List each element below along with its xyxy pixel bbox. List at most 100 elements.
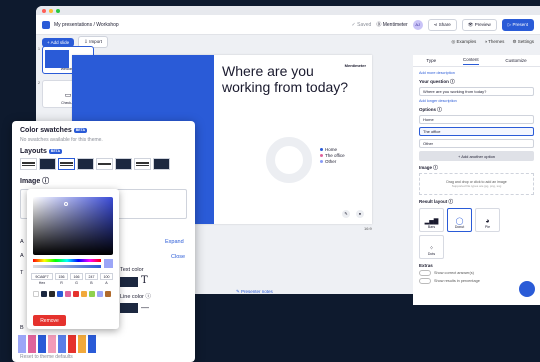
a-field: 100 A bbox=[100, 273, 113, 285]
layout-option[interactable] bbox=[153, 158, 170, 170]
app-logo-icon[interactable] bbox=[42, 20, 50, 29]
themes-link[interactable]: ◑ Themes bbox=[484, 39, 504, 45]
section-label: T bbox=[20, 270, 24, 276]
top-bar: My presentations / Workshop ✓ Saved ⓪ Me… bbox=[36, 15, 540, 35]
a-input[interactable]: 100 bbox=[100, 273, 113, 280]
g-input[interactable]: 166 bbox=[70, 273, 83, 280]
extra-correct-answer[interactable]: Show correct answer(s) bbox=[419, 270, 534, 276]
expand-link[interactable]: Expand bbox=[165, 239, 184, 245]
result-layout-text: Result layout bbox=[419, 199, 448, 204]
comment-icon[interactable]: ✎ bbox=[342, 210, 350, 218]
preset-color-chip[interactable] bbox=[73, 291, 79, 297]
preset-color-chip[interactable] bbox=[41, 291, 47, 297]
layout-pie[interactable]: ◕ Pie bbox=[475, 208, 500, 232]
thumbnail-number: 1 bbox=[38, 47, 40, 51]
toggle-icon[interactable] bbox=[419, 270, 431, 276]
preset-color-chip[interactable] bbox=[49, 291, 55, 297]
maximize-dot[interactable] bbox=[56, 8, 60, 13]
layout-option[interactable] bbox=[39, 158, 56, 170]
layout-donut[interactable]: ◯ Donut bbox=[447, 208, 472, 232]
help-chat-icon[interactable] bbox=[519, 281, 535, 297]
user-icon[interactable]: ● bbox=[356, 210, 364, 218]
alpha-slider[interactable] bbox=[33, 265, 101, 268]
option-input[interactable]: Home bbox=[419, 115, 534, 124]
section-label: A bbox=[20, 239, 24, 245]
layout-bars[interactable]: ▂▅▇ Bars bbox=[419, 208, 444, 232]
preset-colors bbox=[33, 291, 115, 297]
field-label: A bbox=[105, 281, 108, 285]
breadcrumb[interactable]: My presentations / Workshop bbox=[54, 22, 119, 28]
image-dropzone[interactable]: Drag and drop or click to add an image S… bbox=[419, 173, 534, 195]
tab-customize[interactable]: Customize bbox=[505, 58, 526, 63]
layout-dots[interactable]: ⁘ Dots bbox=[419, 235, 444, 259]
layout-option[interactable] bbox=[134, 158, 151, 170]
layout-option[interactable] bbox=[58, 158, 75, 170]
avatar[interactable]: AJ bbox=[412, 19, 423, 30]
tab-content[interactable]: Content bbox=[462, 57, 479, 65]
result-layouts-row2: ⁘ Dots bbox=[419, 235, 534, 259]
layout-option[interactable] bbox=[96, 158, 113, 170]
add-description-link[interactable]: Add more description bbox=[419, 71, 534, 75]
saturation-handle[interactable] bbox=[64, 202, 68, 206]
examples-link[interactable]: ◎ Examples bbox=[451, 39, 476, 45]
hue-slider[interactable] bbox=[33, 259, 101, 262]
color-fields: 9CA6F7 Hex 156 R 166 G 247 B 100 A bbox=[31, 273, 113, 285]
image-label-text: Image bbox=[419, 165, 433, 170]
beta-badge: BETA bbox=[48, 148, 63, 154]
present-button[interactable]: ▷ Present bbox=[501, 18, 534, 31]
option-input[interactable]: Other bbox=[419, 139, 534, 148]
brand-label[interactable]: ⓪ Mentimeter bbox=[376, 21, 407, 28]
image-label: Image ⓘ bbox=[419, 165, 438, 170]
preset-color-chip[interactable] bbox=[97, 291, 103, 297]
dropzone-subtext: Supported file types are jpg, png, svg bbox=[451, 184, 502, 188]
option-input[interactable]: The office bbox=[419, 127, 534, 136]
saturation-area[interactable] bbox=[33, 197, 113, 255]
themes-label: Themes bbox=[488, 39, 505, 44]
share-label: Share bbox=[438, 21, 451, 27]
add-longer-link[interactable]: Add longer description bbox=[419, 99, 534, 103]
minimize-dot[interactable] bbox=[49, 8, 53, 13]
bar-swatch[interactable] bbox=[28, 335, 36, 353]
bar-swatch[interactable] bbox=[48, 335, 56, 353]
options-label-text: Options bbox=[419, 107, 436, 112]
layout-option[interactable] bbox=[115, 158, 132, 170]
layout-line bbox=[60, 164, 73, 166]
window-chrome bbox=[36, 6, 540, 15]
bar-swatch[interactable] bbox=[38, 335, 46, 353]
right-panel: Type Content Customize Add more descript… bbox=[413, 55, 540, 305]
presenter-notes-link[interactable]: ✎ Presenter notes bbox=[236, 289, 273, 295]
close-link[interactable]: Close bbox=[171, 254, 185, 260]
preset-color-chip[interactable] bbox=[89, 291, 95, 297]
hex-input[interactable]: 9CA6F7 bbox=[31, 273, 53, 280]
add-swatch-button[interactable]: + bbox=[88, 337, 93, 347]
preset-color-chip[interactable] bbox=[81, 291, 87, 297]
layout-option[interactable] bbox=[20, 158, 37, 170]
field-label: Hex bbox=[38, 281, 46, 285]
tab-type[interactable]: Type bbox=[426, 58, 436, 63]
settings-link[interactable]: ⚙ Settings bbox=[512, 39, 534, 45]
bar-swatch[interactable] bbox=[58, 335, 66, 353]
b-input[interactable]: 247 bbox=[85, 273, 98, 280]
preview-button[interactable]: 👁 Preview bbox=[461, 18, 497, 31]
share-button[interactable]: ⋖ Share bbox=[427, 18, 457, 31]
add-option-button[interactable]: + Add another option bbox=[419, 151, 534, 161]
bar-swatch[interactable] bbox=[18, 335, 26, 353]
preset-color-chip[interactable] bbox=[65, 291, 71, 297]
close-dot[interactable] bbox=[42, 8, 46, 13]
line-color-swatch[interactable] bbox=[120, 303, 138, 313]
extra-percentage[interactable]: Show results in percentage bbox=[419, 278, 534, 284]
text-color-swatch[interactable] bbox=[120, 277, 138, 287]
remove-button[interactable]: Remove bbox=[33, 315, 66, 326]
toggle-icon[interactable] bbox=[419, 278, 431, 284]
section-label: B bbox=[20, 325, 24, 331]
bar-swatch[interactable] bbox=[68, 335, 76, 353]
preset-color-chip[interactable] bbox=[105, 291, 111, 297]
r-input[interactable]: 156 bbox=[55, 273, 68, 280]
reset-link[interactable]: Reset to theme defaults bbox=[20, 354, 73, 360]
question-input[interactable]: Where are you working from today? bbox=[419, 87, 534, 96]
bar-swatch[interactable] bbox=[78, 335, 86, 353]
aspect-ratio[interactable]: 16:9 bbox=[364, 226, 372, 231]
preset-color-chip[interactable] bbox=[57, 291, 63, 297]
layout-option[interactable] bbox=[77, 158, 94, 170]
preset-color-chip[interactable] bbox=[33, 291, 39, 297]
